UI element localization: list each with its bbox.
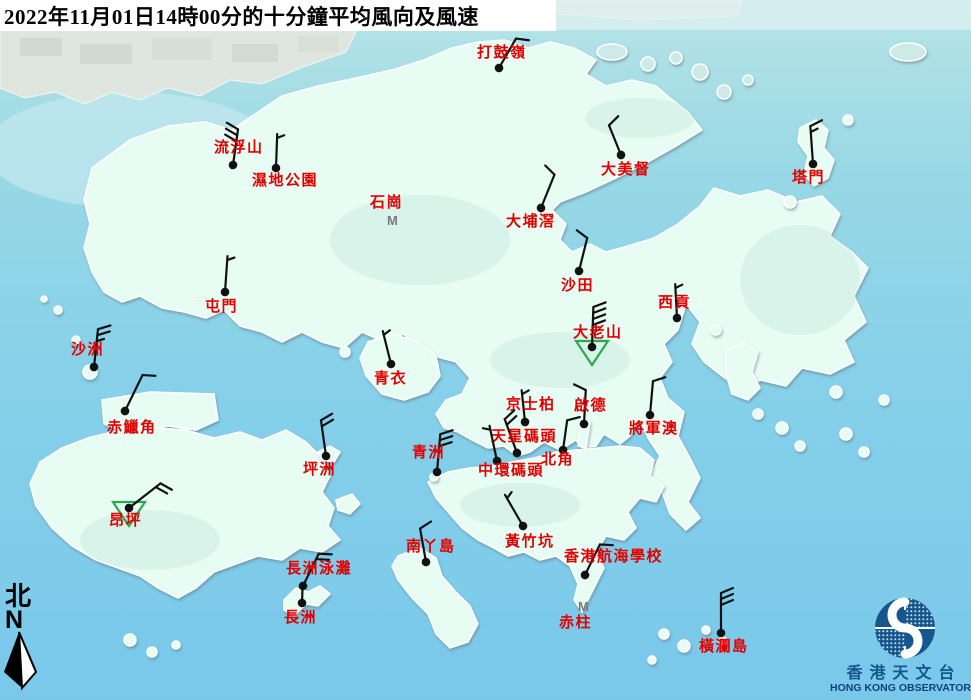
- station-label: 石崗: [370, 196, 403, 211]
- station-label: 沙田: [561, 279, 594, 294]
- station-label: 沙洲: [71, 343, 104, 358]
- station-dot: [535, 202, 546, 213]
- hko-name-chinese: 香港天文台: [830, 666, 971, 682]
- station-wind-barb: [763, 114, 863, 214]
- station-dot: [421, 557, 431, 567]
- station-dot: [298, 599, 307, 608]
- station-label: 長洲: [284, 611, 317, 626]
- station-dot: [717, 629, 726, 638]
- station-label: 青洲: [412, 446, 445, 461]
- station-dot: [574, 266, 584, 276]
- station-dot: [588, 343, 597, 352]
- station-dot: [579, 419, 588, 428]
- station-label: 香港航海學校: [564, 550, 663, 565]
- station-wind-barb: [276, 406, 376, 506]
- hko-logo-icon: [830, 586, 971, 664]
- station-dot: [119, 405, 130, 416]
- missing-data-marker: M: [387, 214, 398, 227]
- station-label: 濕地公園: [252, 174, 318, 189]
- station-dot: [672, 313, 681, 322]
- wind-map-screen: 打鼓嶺流浮山濕地公園M石崗大美督大埔滘塔門沙田西貢大老山屯門沙洲赤鱲角青衣坪洲青…: [0, 0, 971, 700]
- station-dot: [321, 451, 331, 461]
- station-wind-barb: [600, 365, 700, 465]
- station-dot: [615, 149, 626, 160]
- station-label: 昂坪: [109, 514, 142, 529]
- north-letter-label: N: [5, 610, 46, 631]
- station-dot: [808, 159, 817, 168]
- station-dot: [493, 62, 505, 74]
- hko-logo: 香港天文台 HONG KONG OBSERVATORY: [830, 586, 971, 698]
- station-wind-barb: [252, 553, 352, 653]
- station-dot: [432, 467, 441, 476]
- station-wind-barb: [341, 314, 441, 414]
- station-wind-barb: [226, 118, 326, 218]
- station-dot: [220, 287, 229, 296]
- station-label: 青衣: [374, 372, 407, 387]
- station-label: 橫瀾島: [699, 640, 749, 655]
- station-label: 屯門: [205, 300, 238, 315]
- station-dot: [645, 410, 654, 419]
- map-title: 2022年11月01日14時00分的十分鐘平均風向及風速: [4, 1, 479, 31]
- station-label: 將軍澳: [629, 422, 679, 437]
- station-wind-barb: [175, 242, 275, 342]
- station-label: 塔門: [792, 171, 825, 186]
- title-bar: 2022年11月01日14時00分的十分鐘平均風向及風速: [0, 0, 556, 31]
- station-label: 大老山: [573, 326, 623, 341]
- station-dot: [386, 359, 396, 369]
- station-layer: 打鼓嶺流浮山濕地公園M石崗大美督大埔滘塔門沙田西貢大老山屯門沙洲赤鱲角青衣坪洲青…: [0, 0, 971, 700]
- station-dot: [517, 520, 529, 532]
- north-arrow-icon: [2, 631, 46, 693]
- north-indicator: 北 N: [2, 584, 46, 700]
- station-wind-barb: [627, 268, 727, 368]
- station-wind-barb: [75, 361, 175, 461]
- station-label: 西貢: [658, 296, 691, 311]
- missing-data-marker: M: [578, 600, 589, 613]
- station-label: 赤鱲角: [107, 421, 157, 436]
- station-wind-barb: [79, 458, 179, 558]
- station-wind-barb: [671, 583, 771, 683]
- station-dot: [579, 569, 590, 580]
- station-label: 赤柱: [559, 616, 592, 631]
- station-wind-barb: [449, 18, 549, 118]
- station-dot: [272, 164, 281, 173]
- station-label: 大美督: [601, 163, 651, 178]
- station-label: 打鼓嶺: [477, 46, 527, 61]
- station-label: 南丫島: [406, 540, 456, 555]
- station-wind-barb: [376, 512, 476, 612]
- hko-name-english: HONG KONG OBSERVATORY: [830, 682, 971, 695]
- station-label: 坪洲: [303, 463, 336, 478]
